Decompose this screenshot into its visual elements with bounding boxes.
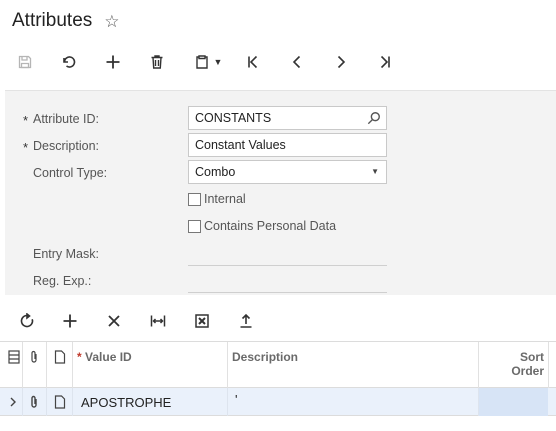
add-button[interactable] xyxy=(98,49,128,75)
internal-label: Internal xyxy=(204,192,246,206)
upload-button[interactable] xyxy=(231,309,261,333)
fit-width-icon xyxy=(150,315,166,327)
last-record-button[interactable] xyxy=(370,49,400,75)
note-icon xyxy=(54,350,66,364)
trash-icon xyxy=(151,55,163,69)
copy-paste-button[interactable]: ▼ xyxy=(188,49,228,75)
refresh-icon xyxy=(20,313,34,328)
next-record-button[interactable] xyxy=(326,49,356,75)
sort-order-cell[interactable] xyxy=(479,388,548,416)
chevron-right-icon xyxy=(337,55,346,69)
contains-personal-data-checkbox[interactable]: Contains Personal Data xyxy=(188,219,336,233)
internal-checkbox[interactable]: Internal xyxy=(188,192,246,206)
delete-button[interactable] xyxy=(142,49,172,75)
attribute-form: * Attribute ID: CONSTANTS * Description:… xyxy=(5,90,556,295)
description-cell[interactable]: ' xyxy=(235,392,237,407)
last-icon xyxy=(380,55,390,69)
required-mark: * xyxy=(23,140,29,155)
column-separator xyxy=(46,342,47,388)
column-separator xyxy=(548,342,549,388)
entry-mask-label: Entry Mask: xyxy=(33,247,99,261)
attachment-icon[interactable] xyxy=(28,395,40,409)
description-header[interactable]: Description xyxy=(232,350,298,364)
value-id-cell[interactable]: APOSTROPHE xyxy=(81,395,171,410)
column-separator xyxy=(478,342,479,388)
close-icon xyxy=(108,315,120,327)
plus-icon xyxy=(63,314,77,328)
checkbox-box[interactable] xyxy=(188,192,201,206)
description-label: Description: xyxy=(33,139,99,153)
required-mark: * xyxy=(23,113,29,128)
column-separator xyxy=(72,388,73,416)
grid-header: * Value ID Description Sort Order xyxy=(0,342,556,388)
value-id-header[interactable]: * Value ID xyxy=(77,350,132,364)
control-type-label: Control Type: xyxy=(33,166,108,180)
page-title: Attributes xyxy=(12,10,93,31)
description-field[interactable]: Constant Values xyxy=(188,133,387,157)
undo-button[interactable] xyxy=(54,49,84,75)
grid-delete-button[interactable] xyxy=(99,309,129,333)
column-separator xyxy=(46,388,47,416)
first-icon xyxy=(248,55,258,69)
export-excel-button[interactable] xyxy=(187,309,217,333)
column-separator xyxy=(227,388,228,416)
column-separator xyxy=(22,388,23,416)
sort-order-header[interactable]: Sort Order xyxy=(486,350,544,378)
clipboard-icon xyxy=(195,55,208,69)
column-separator xyxy=(22,342,23,388)
entry-mask-field[interactable] xyxy=(188,265,387,266)
chevron-left-icon xyxy=(292,55,301,69)
upload-icon xyxy=(240,313,252,328)
column-separator xyxy=(227,342,228,388)
dropdown-arrow-icon: ▼ xyxy=(371,167,379,176)
chevron-down-icon: ▼ xyxy=(213,57,223,67)
grid-add-button[interactable] xyxy=(55,309,85,333)
control-type-select[interactable]: Combo ▼ xyxy=(188,160,387,184)
save-icon xyxy=(18,55,32,69)
fit-columns-button[interactable] xyxy=(143,309,173,333)
description-value: Constant Values xyxy=(195,138,286,152)
first-record-button[interactable] xyxy=(238,49,268,75)
row-expand-icon[interactable] xyxy=(8,395,20,409)
checkbox-box[interactable] xyxy=(188,219,201,233)
values-grid: * Value ID Description Sort Order APOSTRO… xyxy=(0,341,556,431)
contains-personal-data-label: Contains Personal Data xyxy=(204,219,337,233)
excel-icon xyxy=(195,314,209,328)
table-row[interactable]: APOSTROPHE ' xyxy=(0,388,556,416)
row-selector-icon xyxy=(8,350,20,364)
search-icon[interactable] xyxy=(367,111,381,125)
attribute-id-label: Attribute ID: xyxy=(33,112,99,126)
attribute-id-value: CONSTANTS xyxy=(195,111,272,125)
control-type-value: Combo xyxy=(195,165,236,179)
previous-record-button[interactable] xyxy=(282,49,312,75)
reg-exp-field[interactable] xyxy=(188,292,387,293)
title-row: Attributes ☆ xyxy=(12,8,120,34)
undo-icon xyxy=(63,56,76,68)
column-separator xyxy=(72,342,73,388)
plus-icon xyxy=(106,55,120,69)
refresh-button[interactable] xyxy=(12,309,42,333)
attachment-icon xyxy=(28,350,40,364)
attribute-id-field[interactable]: CONSTANTS xyxy=(188,106,387,130)
save-button[interactable] xyxy=(10,49,40,75)
reg-exp-label: Reg. Exp.: xyxy=(33,274,92,288)
star-outline-icon[interactable]: ☆ xyxy=(104,13,119,30)
note-icon[interactable] xyxy=(54,395,66,409)
